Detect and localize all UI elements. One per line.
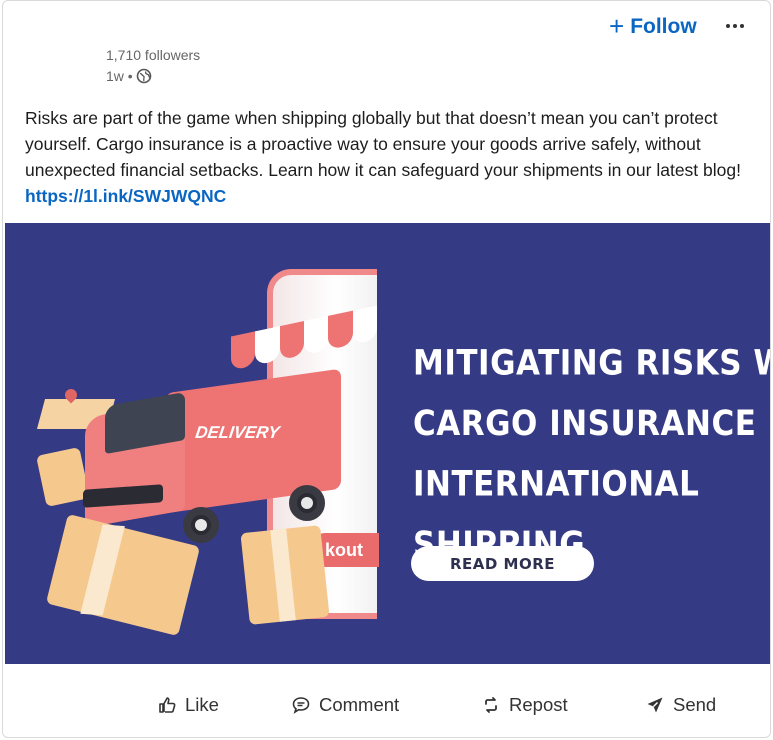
truck-wheel — [289, 485, 325, 521]
read-more-button[interactable]: READ MORE — [411, 546, 594, 581]
repost-button[interactable]: Repost — [475, 687, 574, 723]
follower-count: 1,710 followers — [106, 47, 201, 63]
post-age: 1w • — [106, 68, 133, 84]
box-illustration-left — [36, 446, 90, 508]
repost-label: Repost — [509, 694, 568, 715]
like-button[interactable]: Like — [151, 687, 225, 723]
comment-icon — [292, 697, 310, 714]
send-label: Send — [673, 694, 717, 715]
action-bar: Like Comment Repost Send — [3, 673, 770, 733]
send-button[interactable]: Send — [639, 687, 722, 723]
box-illustration-right — [240, 525, 330, 625]
follow-label: Follow — [630, 15, 697, 38]
comment-button[interactable]: Comment — [285, 687, 405, 723]
globe-icon — [136, 68, 151, 84]
banner-title-line: INTERNATIONAL — [413, 464, 700, 505]
thumbs-up-icon — [159, 697, 176, 713]
truck-wheel — [183, 507, 219, 543]
send-icon — [647, 697, 663, 713]
banner-title-line: MITIGATING RISKS WITH — [413, 343, 770, 384]
comment-label: Comment — [319, 694, 400, 715]
truck-label: DELIVERY — [194, 423, 281, 443]
post-image[interactable]: kout DELIVERY MITIGATING RISKS WITH CARG… — [5, 223, 771, 664]
follow-button[interactable]: + Follow — [601, 11, 705, 43]
banner-title-line: CARGO INSURANCE IN — [413, 403, 771, 444]
box-illustration-bottom — [45, 513, 201, 637]
like-label: Like — [185, 694, 219, 715]
post-link[interactable]: https://1l.ink/SWJWQNC — [25, 186, 226, 206]
post-body: Risks are part of the game when shipping… — [25, 105, 755, 209]
post-text: Risks are part of the game when shipping… — [25, 108, 741, 180]
post-card: + Follow 1,710 followers 1w • Risks are … — [2, 0, 771, 738]
plus-icon: + — [609, 11, 625, 41]
repost-icon — [485, 697, 497, 713]
post-timestamp: 1w • — [106, 68, 152, 84]
more-options-icon[interactable] — [715, 11, 755, 41]
banner-title: MITIGATING RISKS WITH CARGO INSURANCE IN… — [413, 333, 771, 575]
